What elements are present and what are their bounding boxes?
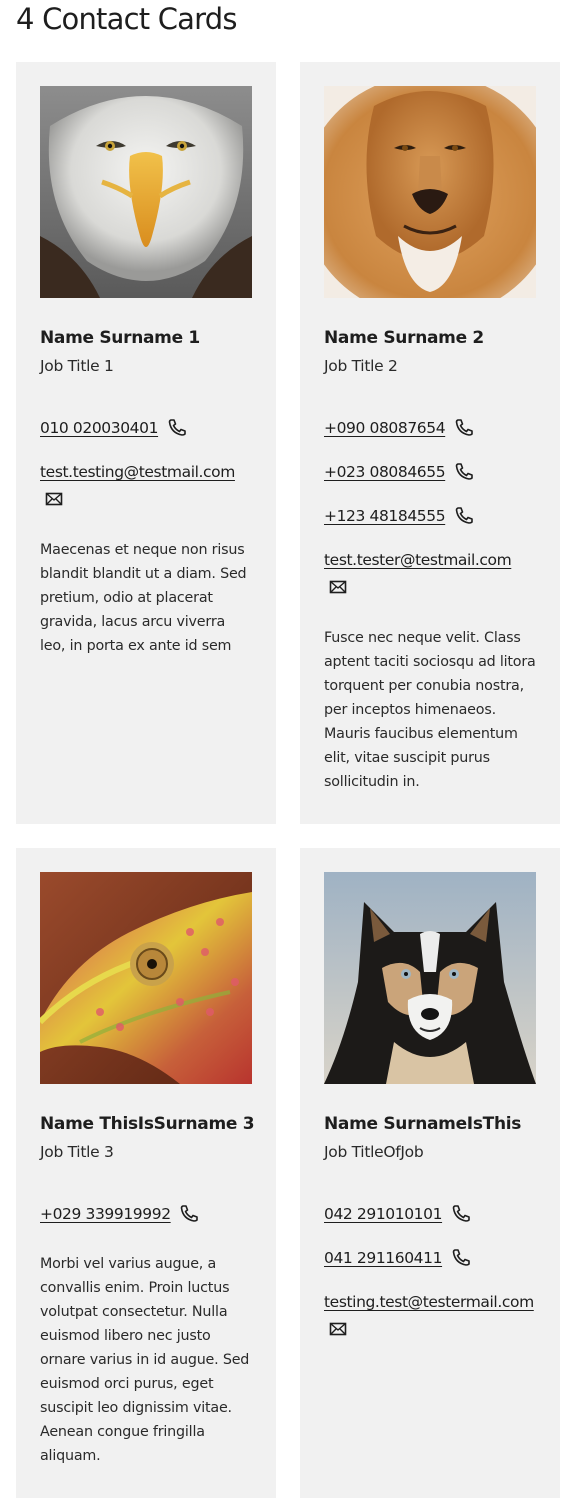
contact-card: Name SurnameIsThis Job TitleOfJob 042 29…	[300, 848, 560, 1498]
phone-link[interactable]: +029 339919992	[40, 1205, 171, 1223]
contact-card: Name ThisIsSurname 3 Job Title 3 +029 33…	[16, 848, 276, 1498]
email-row: test.tester@testmail.com	[324, 546, 536, 602]
job-title: Job TitleOfJob	[324, 1143, 424, 1161]
phone-link[interactable]: +023 08084655	[324, 463, 446, 481]
page-title: 4 Contact Cards	[16, 2, 237, 36]
phone-link[interactable]: 010 020030401	[40, 419, 158, 437]
email-link[interactable]: test.tester@testmail.com	[324, 551, 512, 569]
contact-card: Name Surname 1 Job Title 1 010 020030401…	[16, 62, 276, 824]
phone-icon	[454, 417, 474, 436]
contact-name: Name Surname 1	[40, 328, 200, 348]
phone-link[interactable]: 042 291010101	[324, 1205, 442, 1223]
contact-details: 042 291010101 041 291160411 testing.test…	[324, 1200, 536, 1344]
phone-row: 042 291010101	[324, 1200, 536, 1228]
phone-icon	[167, 417, 187, 436]
contact-details: 010 020030401 test.testing@testmail.com	[40, 414, 252, 514]
email-row: test.testing@testmail.com	[40, 458, 252, 514]
contact-description: Maecenas et neque non risus blandit blan…	[40, 542, 247, 654]
contact-description: Morbi vel varius augue, a convallis enim…	[40, 1256, 250, 1464]
phone-icon	[451, 1247, 471, 1266]
email-link[interactable]: testing.test@testermail.com	[324, 1293, 534, 1311]
phone-icon	[454, 505, 474, 524]
contact-name: Name ThisIsSurname 3	[40, 1114, 255, 1134]
phone-row: +123 48184555	[324, 502, 536, 530]
husky-photo	[324, 872, 536, 1084]
phone-row: 041 291160411	[324, 1244, 536, 1272]
phone-icon	[451, 1203, 471, 1222]
contact-details: +029 339919992	[40, 1200, 252, 1228]
contact-name: Name Surname 2	[324, 328, 484, 348]
email-row: testing.test@testermail.com	[324, 1288, 536, 1344]
job-title: Job Title 1	[40, 357, 114, 375]
phone-row: 010 020030401	[40, 414, 252, 442]
phone-icon	[454, 461, 474, 480]
phone-row: +029 339919992	[40, 1200, 252, 1228]
job-title: Job Title 2	[324, 357, 398, 375]
job-title: Job Title 3	[40, 1143, 114, 1161]
phone-link[interactable]: +123 48184555	[324, 507, 446, 525]
envelope-icon	[328, 577, 348, 595]
lion-photo	[324, 86, 536, 298]
phone-link[interactable]: 041 291160411	[324, 1249, 442, 1267]
contact-name: Name SurnameIsThis	[324, 1114, 522, 1134]
contact-card: Name Surname 2 Job Title 2 +090 08087654…	[300, 62, 560, 824]
email-link[interactable]: test.testing@testmail.com	[40, 463, 235, 481]
bald-eagle-photo	[40, 86, 252, 298]
envelope-icon	[44, 489, 64, 507]
chameleon-photo	[40, 872, 252, 1084]
envelope-icon	[328, 1319, 348, 1337]
phone-row: +090 08087654	[324, 414, 536, 442]
phone-row: +023 08084655	[324, 458, 536, 486]
phone-link[interactable]: +090 08087654	[324, 419, 446, 437]
phone-icon	[179, 1203, 199, 1222]
contact-details: +090 08087654 +023 08084655 +123 4818455…	[324, 414, 536, 602]
contact-description: Fusce nec neque velit. Class aptent taci…	[324, 630, 536, 790]
